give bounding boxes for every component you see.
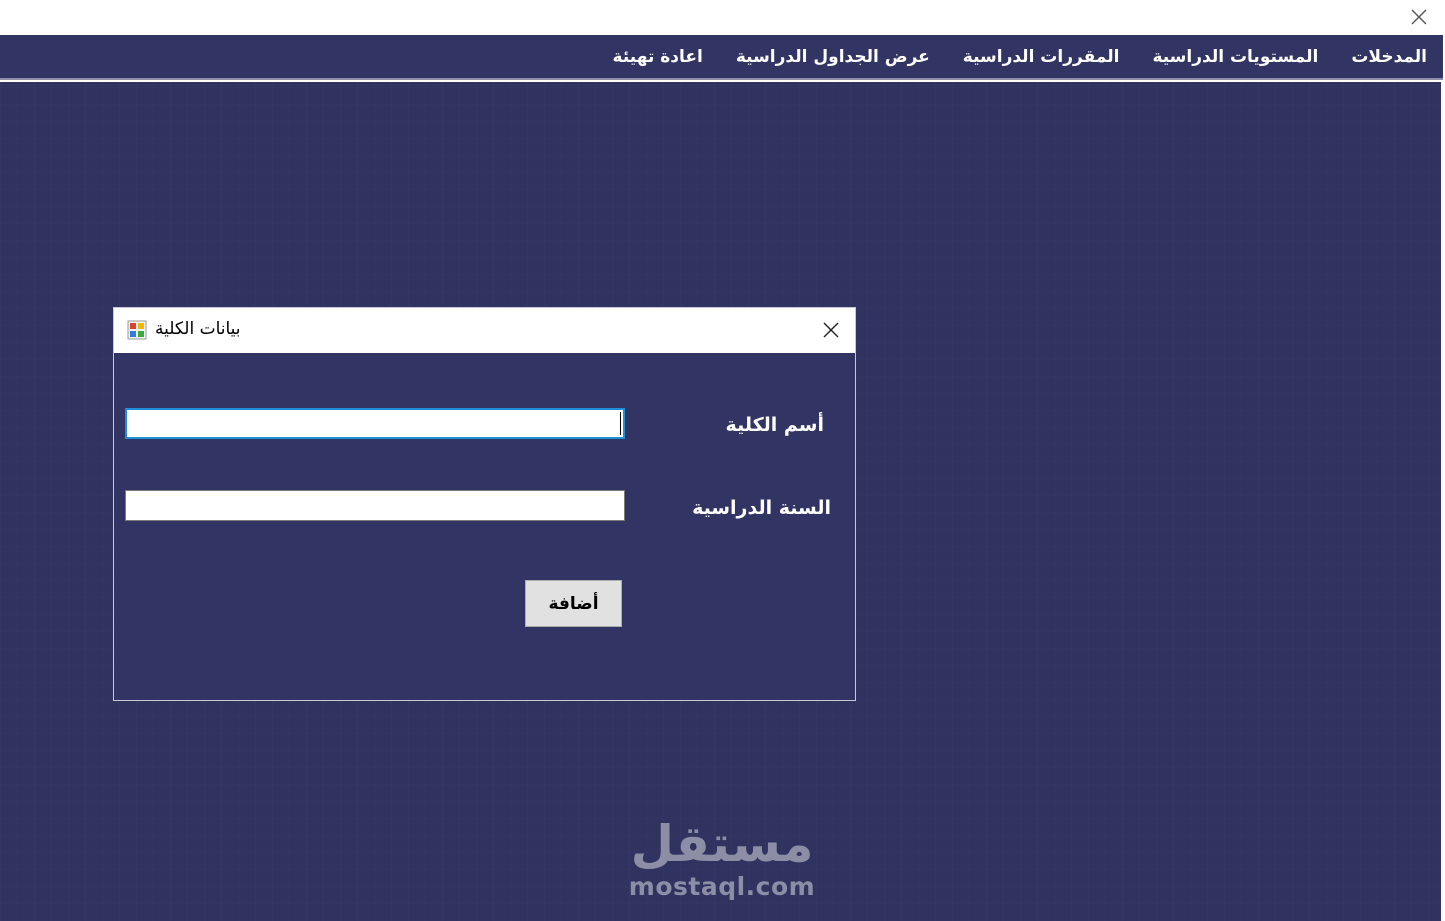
menu-item-view-schedules[interactable]: عرض الجداول الدراسية: [736, 47, 930, 67]
window-titlebar: [0, 0, 1445, 35]
college-name-input[interactable]: [125, 408, 625, 439]
college-data-dialog: بيانات الكلية أسم الكلية السنة الدراسية …: [113, 307, 856, 701]
college-name-label: أسم الكلية: [725, 414, 824, 436]
menu-item-inputs[interactable]: المدخلات: [1351, 47, 1427, 67]
menu-item-study-levels[interactable]: المستويات الدراسية: [1152, 47, 1318, 67]
menu-item-reset[interactable]: اعادة تهيئة: [613, 47, 703, 67]
mostaql-watermark: مستقل mostaql.com: [600, 815, 844, 901]
main-menubar: المدخلات المستويات الدراسية المقررات الد…: [0, 35, 1443, 80]
window-edge: [1441, 82, 1445, 921]
watermark-arabic-text: مستقل: [630, 815, 814, 873]
academic-year-label: السنة الدراسية: [692, 497, 831, 519]
menu-item-courses[interactable]: المقررات الدراسية: [963, 47, 1120, 67]
close-icon[interactable]: [1409, 7, 1429, 27]
form-app-icon: [127, 320, 147, 340]
watermark-latin-text: mostaql.com: [628, 872, 816, 901]
academic-year-input[interactable]: [125, 490, 625, 521]
dialog-title: بيانات الكلية: [155, 319, 241, 339]
dialog-titlebar: بيانات الكلية: [114, 308, 855, 353]
close-icon[interactable]: [821, 320, 841, 340]
text-caret: [620, 412, 621, 435]
add-button[interactable]: أضافة: [525, 580, 622, 627]
